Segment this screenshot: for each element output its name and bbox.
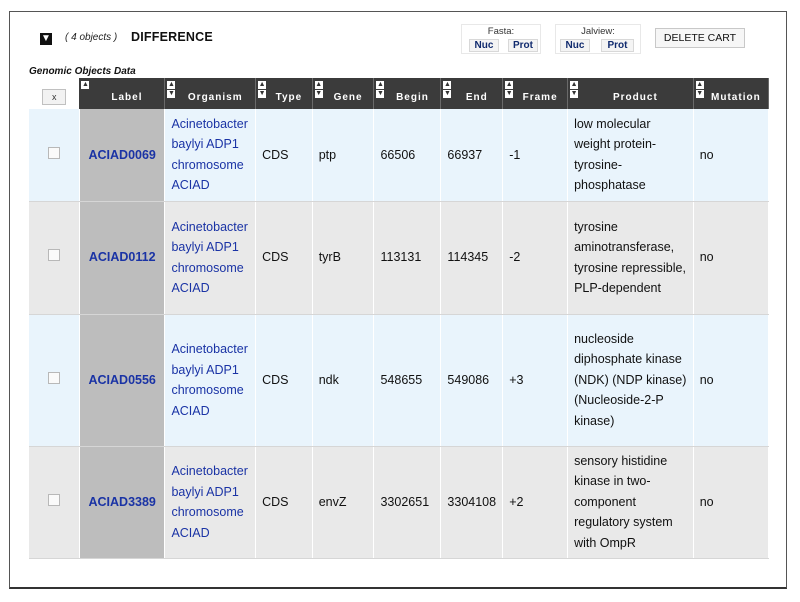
sort-down-icon[interactable]: ▼ bbox=[376, 90, 385, 98]
column-header-gene[interactable]: ▲ ▼ Gene bbox=[312, 78, 375, 109]
table-row: ACIAD0069 Acinetobacter baylyi ADP1 chro… bbox=[29, 109, 770, 202]
gene-cell: envZ bbox=[312, 446, 375, 559]
product-cell: nucleoside diphosphate kinase (NDK) (NDP… bbox=[567, 314, 694, 447]
fasta-prot-button[interactable]: Prot bbox=[508, 39, 538, 52]
clear-selection-button[interactable]: x bbox=[42, 89, 67, 105]
object-count: ( 4 objects ) bbox=[65, 32, 118, 43]
cart-panel: ▼ ( 4 objects ) DIFFERENCE Fasta: Nuc Pr… bbox=[9, 11, 787, 589]
end-cell: 549086 bbox=[440, 314, 504, 447]
column-header-begin[interactable]: ▲ ▼ Begin bbox=[373, 78, 442, 109]
organism-link[interactable]: Acinetobacter baylyi ADP1 chromosome ACI… bbox=[171, 342, 247, 418]
sort-up-icon[interactable]: ▲ bbox=[258, 81, 267, 89]
fasta-export-group: Fasta: Nuc Prot bbox=[461, 24, 541, 54]
type-cell: CDS bbox=[255, 201, 313, 315]
product-cell: sensory histidine kinase in two-componen… bbox=[567, 446, 694, 559]
fasta-nuc-button[interactable]: Nuc bbox=[469, 39, 499, 52]
table-header-row: x ▲ Label ▲▼ Organism ▲▼ Type ▲▼ Gene bbox=[29, 78, 770, 109]
sort-up-icon[interactable]: ▲ bbox=[167, 81, 176, 89]
jalview-nuc-button[interactable]: Nuc bbox=[560, 39, 590, 52]
genomic-objects-table: x ▲ Label ▲▼ Organism ▲▼ Type ▲▼ Gene bbox=[29, 78, 770, 559]
collapse-arrow-icon[interactable]: ▼ bbox=[40, 33, 52, 45]
mutation-cell: no bbox=[693, 314, 770, 447]
mutation-cell: no bbox=[693, 446, 770, 559]
column-header-mutation[interactable]: ▲ ▼ Mutation bbox=[693, 78, 770, 109]
mutation-cell: no bbox=[693, 109, 770, 202]
row-checkbox[interactable] bbox=[47, 146, 60, 159]
begin-cell: 66506 bbox=[373, 109, 442, 202]
organism-link[interactable]: Acinetobacter baylyi ADP1 chromosome ACI… bbox=[171, 464, 247, 540]
column-header-organism[interactable]: ▲ ▼ Organism bbox=[164, 78, 257, 109]
sort-down-icon[interactable]: ▼ bbox=[314, 90, 323, 98]
object-label-link[interactable]: ACIAD0112 bbox=[89, 250, 156, 264]
object-label-link[interactable]: ACIAD3389 bbox=[89, 495, 156, 509]
table-row: ACIAD0112 Acinetobacter baylyi ADP1 chro… bbox=[29, 201, 770, 315]
sort-up-icon[interactable]: ▲ bbox=[376, 81, 385, 89]
type-cell: CDS bbox=[255, 109, 313, 202]
product-cell: low molecular weight protein-tyrosine-ph… bbox=[567, 109, 694, 202]
column-header-end[interactable]: ▲ ▼ End bbox=[440, 78, 504, 109]
cart-toolbar: ▼ ( 4 objects ) DIFFERENCE Fasta: Nuc Pr… bbox=[10, 12, 786, 72]
sort-down-icon[interactable]: ▼ bbox=[167, 90, 176, 98]
column-header-label[interactable]: ▲ Label bbox=[79, 78, 166, 109]
sort-up-icon[interactable]: ▲ bbox=[570, 81, 579, 89]
row-checkbox[interactable] bbox=[47, 371, 60, 384]
sort-down-icon[interactable]: ▼ bbox=[570, 90, 579, 98]
section-title: Genomic Objects Data bbox=[29, 66, 136, 77]
cart-name: DIFFERENCE bbox=[131, 30, 213, 44]
begin-cell: 548655 bbox=[373, 314, 442, 447]
table-row: ACIAD0556 Acinetobacter baylyi ADP1 chro… bbox=[29, 314, 770, 447]
gene-cell: tyrB bbox=[312, 201, 375, 315]
column-header-product[interactable]: ▲ ▼ Product bbox=[567, 78, 694, 109]
column-header-frame[interactable]: ▲ ▼ Frame bbox=[502, 78, 569, 109]
fasta-label: Fasta: bbox=[487, 26, 515, 37]
frame-cell: +2 bbox=[502, 446, 569, 559]
sort-up-icon[interactable]: ▲ bbox=[443, 81, 452, 89]
frame-cell: -2 bbox=[502, 201, 569, 315]
object-label-link[interactable]: ACIAD0556 bbox=[89, 373, 156, 387]
delete-cart-button[interactable]: DELETE CART bbox=[655, 28, 745, 48]
jalview-prot-button[interactable]: Prot bbox=[601, 39, 634, 52]
type-cell: CDS bbox=[255, 314, 313, 447]
row-checkbox[interactable] bbox=[47, 493, 60, 506]
column-header-type[interactable]: ▲ ▼ Type bbox=[255, 78, 313, 109]
organism-link[interactable]: Acinetobacter baylyi ADP1 chromosome ACI… bbox=[171, 220, 247, 296]
frame-cell: +3 bbox=[502, 314, 569, 447]
sort-up-icon[interactable]: ▲ bbox=[505, 81, 514, 89]
clear-header: x bbox=[29, 78, 80, 109]
end-cell: 114345 bbox=[440, 201, 504, 315]
object-label-link[interactable]: ACIAD0069 bbox=[89, 148, 156, 162]
jalview-label: Jalview: bbox=[581, 26, 615, 37]
sort-up-icon[interactable]: ▲ bbox=[695, 81, 704, 89]
frame-cell: -1 bbox=[502, 109, 569, 202]
sort-down-icon[interactable]: ▼ bbox=[695, 90, 704, 98]
gene-cell: ndk bbox=[312, 314, 375, 447]
sort-down-icon[interactable]: ▼ bbox=[258, 90, 267, 98]
sort-down-icon[interactable]: ▼ bbox=[443, 90, 452, 98]
gene-cell: ptp bbox=[312, 109, 375, 202]
sort-up-arrow-icon[interactable]: ▲ bbox=[81, 81, 90, 89]
type-cell: CDS bbox=[255, 446, 313, 559]
end-cell: 3304108 bbox=[440, 446, 504, 559]
jalview-export-group: Jalview: Nuc Prot bbox=[555, 24, 641, 54]
sort-down-icon[interactable]: ▼ bbox=[505, 90, 514, 98]
sort-up-icon[interactable]: ▲ bbox=[314, 81, 323, 89]
row-checkbox[interactable] bbox=[47, 249, 60, 262]
organism-link[interactable]: Acinetobacter baylyi ADP1 chromosome ACI… bbox=[171, 117, 247, 193]
begin-cell: 113131 bbox=[373, 201, 442, 315]
table-row: ACIAD3389 Acinetobacter baylyi ADP1 chro… bbox=[29, 446, 770, 559]
end-cell: 66937 bbox=[440, 109, 504, 202]
begin-cell: 3302651 bbox=[373, 446, 442, 559]
mutation-cell: no bbox=[693, 201, 770, 315]
product-cell: tyrosine aminotransferase, tyrosine repr… bbox=[567, 201, 694, 315]
